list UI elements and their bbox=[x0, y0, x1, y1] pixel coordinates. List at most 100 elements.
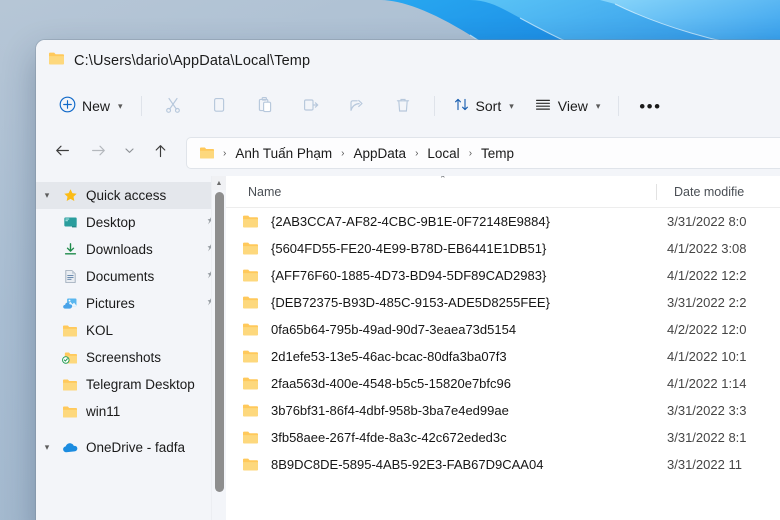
file-name: 8B9DC8DE-5895-4AB5-92E3-FAB67D9CAA04 bbox=[271, 457, 544, 472]
sort-button[interactable]: Sort ▾ bbox=[444, 90, 523, 122]
breadcrumb-item-3[interactable]: Temp bbox=[476, 144, 519, 163]
breadcrumb-bar[interactable]: › Anh Tuấn Phạm › AppData › Local › Temp bbox=[186, 137, 780, 169]
sidebar-item-documents[interactable]: Documents bbox=[36, 263, 226, 290]
file-date-modified: 3/31/2022 2:2 bbox=[667, 295, 747, 310]
table-row[interactable]: 3fb58aee-267f-4fde-8a3c-42c672eded3c 3/31… bbox=[226, 424, 780, 451]
folder-icon bbox=[242, 268, 264, 283]
ellipsis-icon: ••• bbox=[639, 96, 662, 116]
table-row[interactable]: 3b76bf31-86f4-4dbf-958b-3ba7e4ed99ae 3/31… bbox=[226, 397, 780, 424]
forward-button[interactable] bbox=[80, 137, 116, 169]
file-date-modified: 3/31/2022 11 bbox=[667, 457, 742, 472]
file-name: {5604FD55-FE20-4E99-B78D-EB6441E1DB51} bbox=[271, 241, 547, 256]
sidebar-label-desktop: Desktop bbox=[86, 215, 136, 230]
folder-icon bbox=[242, 295, 264, 310]
share-button[interactable] bbox=[335, 90, 379, 122]
chevron-down-icon-view: ▾ bbox=[595, 100, 601, 111]
table-row[interactable]: {DEB72375-B93D-485C-9153-ADE5D8255FEE} 3/… bbox=[226, 289, 780, 316]
paste-icon bbox=[256, 96, 274, 117]
chevron-down-icon-quick-access[interactable]: ▾ bbox=[36, 190, 58, 201]
view-button[interactable]: View ▾ bbox=[525, 90, 610, 122]
sidebar-item-screenshots[interactable]: Screenshots bbox=[36, 344, 226, 371]
navigation-pane: ▾ Quick access Desktop Downloads Documen… bbox=[36, 176, 226, 520]
paste-button[interactable] bbox=[243, 90, 287, 122]
column-header-name[interactable]: ⌃ Name bbox=[226, 176, 656, 201]
breadcrumb-separator-0: › bbox=[223, 147, 227, 159]
file-name: {AFF76F60-1885-4D73-BD94-5DF89CAD2983} bbox=[271, 268, 547, 283]
chevron-down-icon: ▾ bbox=[118, 100, 123, 111]
up-button[interactable] bbox=[142, 137, 178, 169]
delete-button[interactable] bbox=[381, 90, 425, 122]
view-button-label: View bbox=[557, 98, 588, 114]
folder-icon-kol bbox=[58, 324, 82, 338]
download-icon bbox=[58, 242, 82, 257]
folder-icon bbox=[242, 241, 264, 256]
onedrive-icon bbox=[58, 441, 82, 454]
file-name: 2d1efe53-13e5-46ac-bcac-80dfa3ba07f3 bbox=[271, 349, 507, 364]
column-header-name-label: Name bbox=[248, 184, 282, 199]
sort-ascending-icon: ⌃ bbox=[439, 176, 447, 184]
sidebar-item-downloads[interactable]: Downloads bbox=[36, 236, 226, 263]
sidebar-item-quick-access[interactable]: ▾ Quick access bbox=[36, 182, 226, 209]
table-row[interactable]: 8B9DC8DE-5895-4AB5-92E3-FAB67D9CAA04 3/31… bbox=[226, 451, 780, 478]
sidebar-scrollbar[interactable]: ▲ bbox=[211, 176, 226, 520]
sidebar-label-documents: Documents bbox=[86, 269, 155, 284]
scroll-up-arrow-icon[interactable]: ▲ bbox=[212, 176, 226, 190]
file-name: 3fb58aee-267f-4fde-8a3c-42c672eded3c bbox=[271, 430, 507, 445]
folder-icon bbox=[242, 322, 264, 337]
folder-icon-win11 bbox=[58, 405, 82, 419]
pictures-icon bbox=[58, 296, 82, 311]
folder-synced-icon bbox=[58, 351, 82, 365]
rename-button[interactable] bbox=[289, 90, 333, 122]
recent-locations-button[interactable] bbox=[116, 137, 142, 169]
sort-arrows-icon bbox=[453, 96, 470, 116]
overflow-button[interactable]: ••• bbox=[628, 90, 672, 122]
copy-icon bbox=[210, 96, 228, 117]
sidebar-item-desktop[interactable]: Desktop bbox=[36, 209, 226, 236]
sidebar-label-telegram-desktop: Telegram Desktop bbox=[86, 377, 195, 392]
column-header-date[interactable]: Date modifie bbox=[657, 183, 744, 201]
sidebar-item-telegram-desktop[interactable]: Telegram Desktop bbox=[36, 371, 226, 398]
breadcrumb-item-0[interactable]: Anh Tuấn Phạm bbox=[230, 144, 337, 163]
address-bar: › Anh Tuấn Phạm › AppData › Local › Temp bbox=[36, 130, 780, 176]
sidebar-label-pictures: Pictures bbox=[86, 296, 135, 311]
file-explorer-window: C:\Users\dario\AppData\Local\Temp New ▾ bbox=[36, 40, 780, 520]
chevron-down-icon-sort: ▾ bbox=[509, 100, 514, 111]
file-date-modified: 3/31/2022 3:3 bbox=[667, 403, 747, 418]
sort-button-label: Sort bbox=[475, 98, 502, 114]
monitor-icon bbox=[58, 215, 82, 230]
cut-button[interactable] bbox=[151, 90, 195, 122]
chevron-down-icon-onedrive[interactable]: ▾ bbox=[36, 442, 58, 453]
file-name: {DEB72375-B93D-485C-9153-ADE5D8255FEE} bbox=[271, 295, 550, 310]
document-icon bbox=[58, 269, 82, 284]
table-row[interactable]: {2AB3CCA7-AF82-4CBC-9B1E-0F72148E9884} 3/… bbox=[226, 208, 780, 235]
breadcrumb-item-1[interactable]: AppData bbox=[349, 144, 412, 163]
copy-button[interactable] bbox=[197, 90, 241, 122]
new-button-label: New bbox=[82, 98, 111, 114]
sidebar-label-kol: KOL bbox=[86, 323, 114, 338]
folder-icon bbox=[242, 457, 264, 472]
toolbar-divider bbox=[140, 96, 142, 116]
file-date-modified: 3/31/2022 8:1 bbox=[667, 430, 747, 445]
scrollbar-thumb[interactable] bbox=[215, 192, 224, 492]
arrow-right-icon bbox=[90, 143, 107, 163]
file-date-modified: 4/2/2022 12:0 bbox=[667, 322, 747, 337]
breadcrumb-separator-2: › bbox=[415, 147, 419, 159]
sidebar-item-kol[interactable]: KOL bbox=[36, 317, 226, 344]
command-toolbar: New ▾ Sort ▾ View ▾ ••• bbox=[36, 82, 780, 130]
sidebar-item-pictures[interactable]: Pictures bbox=[36, 290, 226, 317]
arrow-left-icon bbox=[54, 143, 71, 163]
new-button[interactable]: New ▾ bbox=[50, 90, 132, 122]
back-button[interactable] bbox=[44, 137, 80, 169]
table-row[interactable]: 2d1efe53-13e5-46ac-bcac-80dfa3ba07f3 4/1/… bbox=[226, 343, 780, 370]
file-date-modified: 4/1/2022 10:1 bbox=[667, 349, 747, 364]
sidebar-item-win11[interactable]: win11 bbox=[36, 398, 226, 425]
table-row[interactable]: 2faa563d-400e-4548-b5c5-15820e7bfc96 4/1/… bbox=[226, 370, 780, 397]
breadcrumb-item-2[interactable]: Local bbox=[422, 144, 464, 163]
table-row[interactable]: 0fa65b64-795b-49ad-90d7-3eaea73d5154 4/2/… bbox=[226, 316, 780, 343]
window-folder-icon bbox=[48, 51, 65, 71]
table-row[interactable]: {AFF76F60-1885-4D73-BD94-5DF89CAD2983} 4/… bbox=[226, 262, 780, 289]
file-name: 0fa65b64-795b-49ad-90d7-3eaea73d5154 bbox=[271, 322, 517, 337]
table-row[interactable]: {5604FD55-FE20-4E99-B78D-EB6441E1DB51} 4/… bbox=[226, 235, 780, 262]
sidebar-item-onedrive[interactable]: ▾ OneDrive - fadfa bbox=[36, 434, 226, 461]
file-name: {2AB3CCA7-AF82-4CBC-9B1E-0F72148E9884} bbox=[271, 214, 550, 229]
